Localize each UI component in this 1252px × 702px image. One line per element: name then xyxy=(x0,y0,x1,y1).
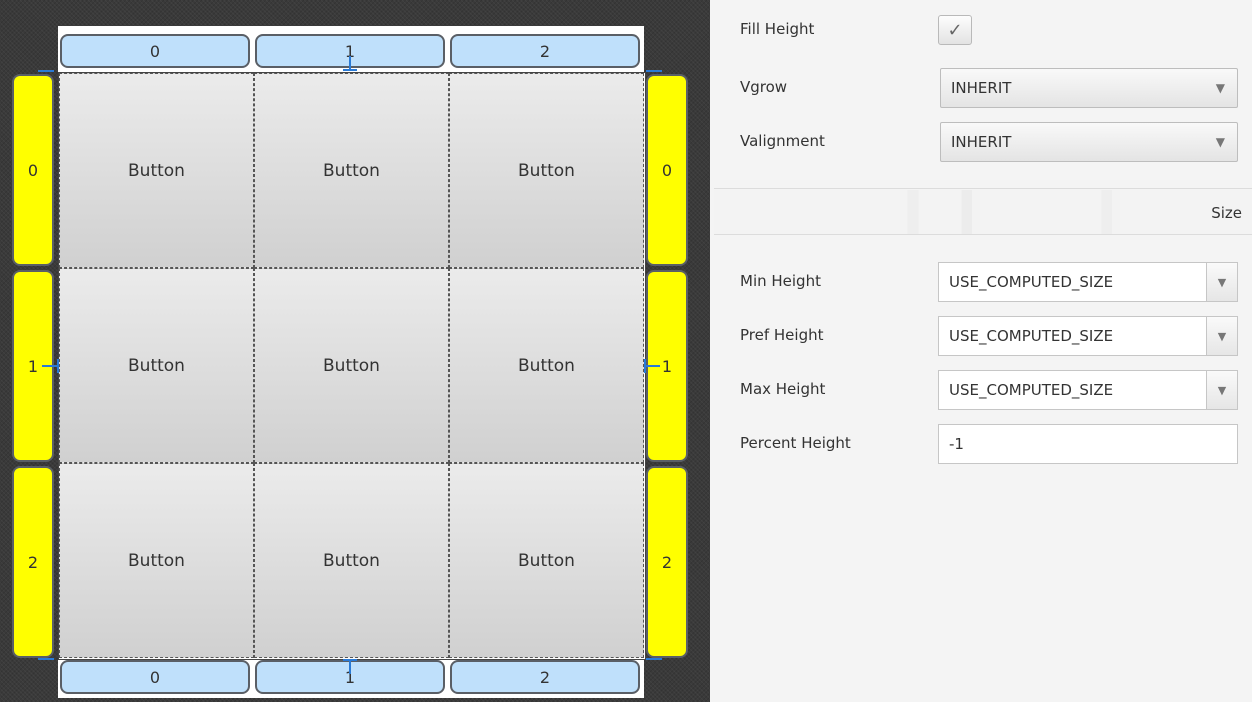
column-header-label: 0 xyxy=(149,41,161,61)
inspector-panel: Fill Height ✓ Vgrow INHERIT ▼ Valignment… xyxy=(714,0,1252,702)
corner-marker-bottom-left xyxy=(38,658,54,660)
percent-height-label: Percent Height xyxy=(740,434,851,452)
grid-button-0-2[interactable]: Button xyxy=(449,73,644,268)
fill-height-label: Fill Height xyxy=(740,20,815,38)
row-resize-handle-left-cap xyxy=(57,359,59,373)
row-header-left-0[interactable]: 0 xyxy=(12,74,54,266)
checkmark-icon: ✓ xyxy=(947,19,963,41)
grid-button-0-0[interactable]: Button xyxy=(59,73,254,268)
column-header-label: 2 xyxy=(539,667,551,687)
column-resize-handle-top-cap xyxy=(343,69,357,71)
grid-button-2-0[interactable]: Button xyxy=(59,463,254,658)
row-header-label: 2 xyxy=(661,552,673,572)
column-header-top-0[interactable]: 0 xyxy=(60,34,250,68)
row-header-right-2[interactable]: 2 xyxy=(646,466,688,658)
section-divider xyxy=(714,234,1252,235)
percent-height-input[interactable]: -1 xyxy=(938,424,1238,464)
column-header-top-2[interactable]: 2 xyxy=(450,34,640,68)
row-header-label: 0 xyxy=(661,160,673,180)
corner-marker-top-right xyxy=(646,70,662,72)
column-header-label: 2 xyxy=(539,41,551,61)
grid-button-1-2[interactable]: Button xyxy=(449,268,644,463)
grid-button-0-1[interactable]: Button xyxy=(254,73,449,268)
column-header-bottom-0[interactable]: 0 xyxy=(60,660,250,694)
column-resize-handle-bottom-cap xyxy=(343,659,357,661)
max-height-input[interactable]: USE_COMPUTED_SIZE xyxy=(938,370,1206,410)
pref-height-value: USE_COMPUTED_SIZE xyxy=(949,327,1114,345)
column-resize-handle-bottom[interactable] xyxy=(349,660,351,674)
size-section-title: Size xyxy=(1211,204,1242,222)
grid-button-2-2[interactable]: Button xyxy=(449,463,644,658)
column-resize-handle-top[interactable] xyxy=(349,56,351,70)
max-height-value: USE_COMPUTED_SIZE xyxy=(949,381,1114,399)
row-header-right-0[interactable]: 0 xyxy=(646,74,688,266)
min-height-dropdown-button[interactable]: ▼ xyxy=(1206,262,1238,302)
grid-button-1-0[interactable]: Button xyxy=(59,268,254,463)
chevron-down-icon: ▼ xyxy=(1215,135,1225,149)
grid-pane: Button Button Button Button Button Butto… xyxy=(58,72,646,660)
row-header-label: 1 xyxy=(661,356,673,376)
row-header-label: 1 xyxy=(27,356,39,376)
vgrow-value: INHERIT xyxy=(951,79,1012,97)
pref-height-input[interactable]: USE_COMPUTED_SIZE xyxy=(938,316,1206,356)
chevron-down-icon: ▼ xyxy=(1215,81,1225,95)
row-header-label: 2 xyxy=(27,552,39,572)
fill-height-checkbox[interactable]: ✓ xyxy=(938,15,972,45)
row-header-left-2[interactable]: 2 xyxy=(12,466,54,658)
grid-design-canvas[interactable]: 0 1 2 0 1 2 0 1 2 0 1 2 Button Button Bu… xyxy=(0,0,710,702)
corner-marker-top-left xyxy=(38,70,54,72)
min-height-input[interactable]: USE_COMPUTED_SIZE xyxy=(938,262,1206,302)
column-header-bottom-2[interactable]: 2 xyxy=(450,660,640,694)
section-divider xyxy=(714,188,1252,189)
valignment-label: Valignment xyxy=(740,132,825,150)
row-resize-handle-right-cap xyxy=(644,359,646,373)
chevron-down-icon: ▼ xyxy=(1217,275,1227,289)
max-height-dropdown-button[interactable]: ▼ xyxy=(1206,370,1238,410)
size-section-header[interactable]: Size xyxy=(714,190,1252,234)
row-resize-handle-left[interactable] xyxy=(42,365,58,367)
pref-height-dropdown-button[interactable]: ▼ xyxy=(1206,316,1238,356)
row-resize-handle-right[interactable] xyxy=(644,365,660,367)
grid-button-1-1[interactable]: Button xyxy=(254,268,449,463)
vgrow-combobox[interactable]: INHERIT ▼ xyxy=(940,68,1238,108)
valignment-combobox[interactable]: INHERIT ▼ xyxy=(940,122,1238,162)
column-header-label: 0 xyxy=(149,667,161,687)
chevron-down-icon: ▼ xyxy=(1217,329,1227,343)
chevron-down-icon: ▼ xyxy=(1217,383,1227,397)
corner-marker-bottom-right xyxy=(646,658,662,660)
row-header-label: 0 xyxy=(27,160,39,180)
min-height-label: Min Height xyxy=(740,272,821,290)
percent-height-value: -1 xyxy=(949,435,964,453)
min-height-value: USE_COMPUTED_SIZE xyxy=(949,273,1114,291)
max-height-label: Max Height xyxy=(740,380,826,398)
pref-height-label: Pref Height xyxy=(740,326,824,344)
grid-button-2-1[interactable]: Button xyxy=(254,463,449,658)
valignment-value: INHERIT xyxy=(951,133,1012,151)
vgrow-label: Vgrow xyxy=(740,78,788,96)
